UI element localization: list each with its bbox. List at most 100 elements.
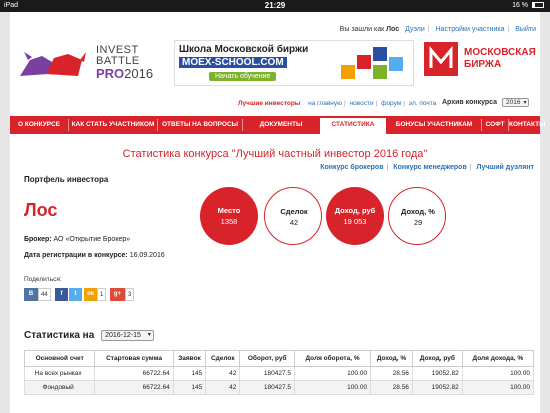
- menu-item-about[interactable]: О КОНКУРСЕ: [10, 116, 68, 134]
- battery-indicator: 16 %: [512, 2, 544, 9]
- col-trades: Сделок: [205, 350, 241, 367]
- main-menu: О КОНКУРСЕ КАК СТАТЬ УЧАСТНИКОМ ОТВЕТЫ Н…: [10, 116, 545, 134]
- stats-heading: Статистика на 2016-12-15: [24, 330, 154, 341]
- col-main-account: Основной счет: [23, 350, 96, 367]
- archive-label: Архив конкурса: [442, 99, 498, 106]
- status-bar: iPad 21:29 16 %: [0, 0, 550, 12]
- ok-share-count: 1: [97, 288, 107, 301]
- vk-share-icon[interactable]: В: [24, 288, 38, 301]
- table-header-row: Основной счет Стартовая сумма Заявок Сде…: [23, 350, 535, 367]
- logo-year: 2016: [124, 66, 154, 81]
- broker-label: Брокер:: [24, 236, 52, 243]
- metric-rank: Место 1358: [200, 187, 258, 245]
- metric-value: 19 053: [343, 217, 367, 226]
- logout-link[interactable]: Выйти: [515, 26, 536, 33]
- banner-cta-button[interactable]: Начать обучение: [209, 72, 277, 81]
- page: Вы зашли как Лос Дуэли | Настройки участн…: [0, 12, 550, 413]
- tab-brokers[interactable]: Конкурс брокеров: [320, 164, 383, 171]
- table-cell: 42: [205, 380, 241, 395]
- table-cell: 19052.82: [411, 380, 463, 395]
- metric-label: Доход, %: [401, 207, 435, 216]
- table-cell: На всех рынках: [23, 366, 96, 381]
- metric-income-pct: Доход, % 29: [388, 187, 446, 245]
- stats-date-select[interactable]: 2016-12-15: [101, 330, 154, 341]
- menu-item-documents[interactable]: ДОКУМЕНТЫ: [243, 116, 319, 134]
- col-turnover: Оборот, руб: [239, 350, 295, 367]
- vk-share-count: 44: [38, 288, 51, 301]
- portfolio-heading: Портфель инвестора: [24, 175, 109, 184]
- metric-value: 29: [413, 218, 423, 227]
- tab-best-duelist[interactable]: Лучший дуэлянт: [477, 164, 534, 171]
- best-investors-link[interactable]: Лучшие инвесторы: [238, 100, 300, 107]
- metric-value: 42: [289, 218, 299, 227]
- archive-selector: Архив конкурса 2016: [442, 98, 530, 107]
- archive-year-select[interactable]: 2016: [502, 98, 530, 107]
- stats-table: Основной счет Стартовая сумма Заявок Сде…: [23, 350, 535, 395]
- metric-income-rub: Доход, руб 19 053: [326, 187, 384, 245]
- table-cell: 180427.5: [239, 380, 295, 395]
- table-row: Фондовый 66722.64 145 42 180427.5 100.00…: [23, 380, 535, 395]
- odnoklassniki-share-icon[interactable]: ок: [84, 288, 97, 301]
- col-income-share: Доля дохода, %: [461, 350, 535, 367]
- twitter-share-icon[interactable]: t: [69, 288, 82, 301]
- page-title: Статистика конкурса "Лучший частный инве…: [122, 148, 428, 160]
- banner-cubes-icon: [341, 47, 403, 79]
- col-income-pct: Доход, %: [370, 350, 413, 367]
- stats-heading-label: Статистика на: [24, 330, 95, 341]
- battery-level: 16 %: [512, 2, 529, 9]
- email-link[interactable]: эл. почта: [409, 100, 436, 107]
- moex-name: МОСКОВСКАЯ БИРЖА: [464, 47, 536, 70]
- table-cell: 100.00: [293, 380, 372, 395]
- content-sheet: Вы зашли как Лос Дуэли | Настройки участн…: [10, 12, 545, 413]
- col-income-rub: Доход, руб: [411, 350, 463, 367]
- google-plus-share-icon[interactable]: g+: [110, 288, 125, 301]
- table-cell: 180427.5: [239, 366, 295, 381]
- facebook-share-icon[interactable]: f: [55, 288, 68, 301]
- share-label: Поделиться:: [24, 276, 62, 283]
- col-orders: Заявок: [172, 350, 207, 367]
- forum-link[interactable]: форум: [381, 100, 401, 107]
- metric-trades: Сделок 42: [264, 187, 322, 245]
- broker-value: АО «Открытие Брокер»: [53, 236, 131, 243]
- menu-item-statistics[interactable]: СТАТИСТИКА: [320, 116, 386, 134]
- table-cell: 66722.64: [94, 366, 174, 381]
- table-cell: 28.56: [370, 380, 413, 395]
- table-cell: Фондовый: [23, 380, 96, 395]
- table-cell: 66722.64: [94, 380, 174, 395]
- investor-name: Лос: [24, 200, 58, 220]
- logo-pro: PRO: [96, 66, 125, 81]
- logged-as-label: Вы зашли как: [339, 26, 385, 33]
- table-cell: 145: [172, 380, 207, 395]
- banner-title: Школа Московской биржи: [179, 44, 309, 55]
- participant-settings-link[interactable]: Настройки участника: [436, 26, 505, 33]
- table-cell: 42: [205, 366, 241, 381]
- menu-item-software[interactable]: СОФТ: [482, 116, 508, 134]
- moex-emblem-icon: [424, 42, 458, 76]
- moex-school-banner[interactable]: Школа Московской биржи MOEX-SCHOOL.COM Н…: [174, 40, 414, 86]
- invest-battle-logo[interactable]: INVEST BATTLE PRO2016: [18, 40, 168, 86]
- registration-date: 16.09.2016: [129, 252, 165, 259]
- home-link[interactable]: на главную: [308, 100, 342, 107]
- metric-label: Место: [217, 206, 241, 215]
- col-turnover-share: Доля оборота, %: [293, 350, 372, 367]
- moex-logo[interactable]: МОСКОВСКАЯ БИРЖА: [424, 42, 536, 82]
- tab-managers[interactable]: Конкурс менеджеров: [393, 164, 466, 171]
- broker-info: Брокер: АО «Открытие Брокер»: [24, 236, 130, 243]
- menu-item-contacts[interactable]: КОНТАКТЫ: [509, 116, 545, 134]
- table-row: На всех рынках 66722.64 145 42 180427.5 …: [23, 366, 535, 381]
- bull-bear-logo-icon: [20, 52, 86, 76]
- metric-value: 1358: [220, 217, 238, 226]
- registration-info: Дата регистрации в конкурсе: 16.09.2016: [24, 252, 165, 259]
- logo-line3: PRO2016: [96, 66, 153, 81]
- table-cell: 145: [172, 366, 207, 381]
- duels-link[interactable]: Дуэли: [405, 26, 425, 33]
- menu-item-bonuses[interactable]: БОНУСЫ УЧАСТНИКАМ: [387, 116, 481, 134]
- table-cell: 100.00: [293, 366, 372, 381]
- table-cell: 19052.82: [411, 366, 463, 381]
- news-link[interactable]: новости: [350, 100, 374, 107]
- menu-item-faq[interactable]: ОТВЕТЫ НА ВОПРОСЫ: [158, 116, 242, 134]
- menu-item-how-to-join[interactable]: КАК СТАТЬ УЧАСТНИКОМ: [69, 116, 157, 134]
- metric-label: Доход, руб: [334, 206, 376, 215]
- clock: 21:29: [264, 1, 286, 10]
- sub-navigation: Лучшие инвесторы на главную | новости | фо…: [238, 100, 437, 107]
